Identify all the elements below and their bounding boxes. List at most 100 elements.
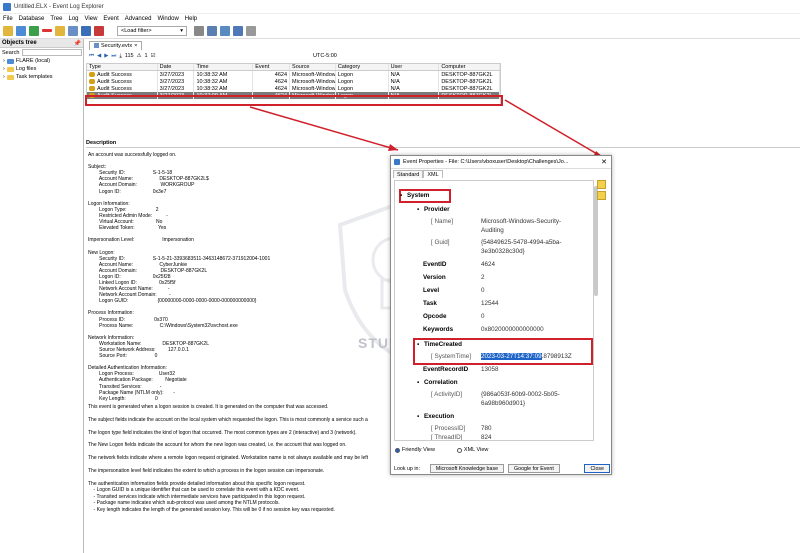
menu-advanced[interactable]: Advanced — [125, 16, 152, 22]
dialog-title-bar: Event Properties - File: C:\Users\vboxus… — [391, 156, 611, 169]
expand-icon[interactable]: › — [3, 74, 5, 80]
table-row[interactable]: Audit Success 3/27/2023 10:38:32 AM 4624… — [87, 78, 501, 85]
col-source[interactable]: Source — [290, 64, 336, 70]
computer-icon[interactable] — [16, 25, 26, 36]
node-label: Provider — [423, 206, 450, 213]
refresh-icon[interactable] — [220, 25, 230, 36]
dialog-footer: Look up in: Microsoft Knowledge base Goo… — [394, 464, 610, 473]
app-icon — [394, 159, 400, 165]
radio-label: Friendly View — [402, 447, 435, 453]
expand-icon[interactable]: › — [3, 66, 5, 72]
node-provider[interactable]: ▪ Provider — [417, 206, 450, 213]
menu-event[interactable]: Event — [103, 16, 118, 22]
clear-filter-icon[interactable] — [94, 25, 104, 36]
last-page-icon[interactable]: ⏭ — [111, 53, 116, 60]
bookmark-icon[interactable] — [597, 191, 606, 200]
cell-user: N/A — [389, 78, 440, 85]
download-icon[interactable]: ⤓ — [119, 53, 121, 60]
tree-item-flare[interactable]: › FLARE (local) — [0, 57, 83, 65]
log-file-icon — [94, 43, 99, 48]
description-label: Description — [86, 140, 117, 146]
node-timecreated[interactable]: ▪ TimeCreated — [417, 341, 462, 348]
tree-item-task-templates[interactable]: › Task templates — [0, 73, 83, 81]
key-eventrecordid: EventRecordID — [423, 366, 469, 373]
view-mode-radios: Friendly View XML View — [395, 447, 488, 453]
cell-computer: DESKTOP-887GK2L — [439, 71, 501, 78]
selected-text: 2023-03-27T14:37:09 — [481, 353, 542, 360]
filter-icon[interactable] — [81, 25, 91, 36]
add-log-icon[interactable] — [29, 25, 39, 36]
table-row[interactable]: Audit Success 3/27/2023 10:38:32 AM 4624… — [87, 85, 501, 92]
value-activityid-2: 6a98b960d901} — [481, 400, 526, 407]
value-keywords: 0x8020000000000000 — [481, 326, 544, 333]
prev-page-icon[interactable]: ◀ — [97, 53, 101, 59]
tree-item-label: Log files — [15, 66, 37, 72]
value-eventrecordid: 13058 — [481, 366, 499, 373]
tab-standard[interactable]: Standard — [393, 170, 424, 178]
value-guid-1: {54849625-5478-4994-a5ba- — [481, 239, 562, 246]
radio-dot — [456, 447, 462, 453]
key-task: Task — [423, 300, 437, 307]
value-systemtime-rest: .8798913Z — [541, 353, 572, 360]
tab-security-evtx[interactable]: Security.evtx × — [89, 40, 143, 50]
tree-item-log-files[interactable]: › Log files — [0, 65, 83, 73]
cell-time: 10:38:32 AM — [194, 71, 254, 78]
microsoft-kb-button[interactable]: Microsoft Knowledge base — [429, 464, 505, 473]
load-filter-dropdown[interactable]: <Load filter> ▾ — [117, 25, 187, 36]
save-icon[interactable] — [68, 25, 78, 36]
table-row[interactable]: Audit Success 3/27/2023 10:38:32 AM 4624… — [87, 71, 501, 78]
col-computer[interactable]: Computer — [439, 64, 501, 70]
menu-log[interactable]: Log — [68, 16, 78, 22]
copy-icon[interactable] — [597, 180, 606, 189]
menu-view[interactable]: View — [85, 16, 98, 22]
remove-icon[interactable] — [42, 29, 52, 32]
key-icon — [89, 72, 95, 77]
next-page-icon[interactable]: ▶ — [104, 53, 108, 59]
google-event-button[interactable]: Google for Event — [508, 464, 560, 473]
folder-icon — [6, 74, 14, 80]
col-type[interactable]: Type — [87, 64, 158, 70]
menu-file[interactable]: File — [3, 16, 13, 22]
open-file-icon[interactable] — [55, 25, 65, 36]
close-button[interactable]: Close — [584, 464, 610, 473]
menu-help[interactable]: Help — [185, 16, 197, 22]
close-icon[interactable]: ✕ — [601, 158, 607, 166]
node-system[interactable]: ▪ System — [400, 192, 429, 199]
value-version: 2 — [481, 274, 485, 281]
col-event[interactable]: Event — [253, 64, 291, 70]
cell-type: Audit Success — [87, 78, 158, 85]
link-icon[interactable] — [233, 25, 243, 36]
radio-xml-view[interactable]: XML View — [456, 447, 488, 453]
key-processid: [ ProcessID] — [431, 425, 466, 432]
tree-search-input[interactable] — [22, 49, 83, 56]
value-guid-2: 3e3b0328c30d} — [481, 248, 525, 255]
col-time[interactable]: Time — [194, 64, 254, 70]
menu-tree[interactable]: Tree — [50, 16, 62, 22]
first-page-icon[interactable]: ⏮ — [89, 53, 94, 60]
node-execution[interactable]: ▪ Execution — [417, 413, 454, 420]
dialog-side-toolbar — [597, 180, 609, 441]
open-folder-icon[interactable] — [3, 25, 13, 36]
menu-database[interactable]: Database — [19, 16, 45, 22]
description-divider — [86, 147, 800, 148]
check-icon: ☑ — [150, 53, 156, 59]
find-icon[interactable] — [207, 25, 217, 36]
tab-xml[interactable]: XML — [423, 170, 443, 178]
key-systemtime: [ SystemTime] — [431, 353, 472, 360]
clock-icon[interactable] — [194, 25, 204, 36]
col-date[interactable]: Date — [158, 64, 195, 70]
close-icon[interactable]: × — [134, 43, 137, 49]
app-icon — [3, 2, 11, 11]
radio-friendly-view[interactable]: Friendly View — [395, 447, 435, 453]
computer-icon — [6, 58, 14, 64]
document-tab-bar: Security.evtx × — [86, 40, 800, 50]
node-correlation[interactable]: ▪ Correlation — [417, 379, 458, 386]
cell-date: 3/27/2023 — [158, 71, 195, 78]
col-category[interactable]: Category — [336, 64, 389, 70]
col-user[interactable]: User — [389, 64, 440, 70]
expand-icon[interactable]: › — [3, 58, 5, 64]
value-systemtime[interactable]: 2023-03-27T14:37:09.8798913Z — [481, 353, 572, 360]
pin-icon[interactable]: 📌 — [74, 40, 81, 47]
print-icon[interactable] — [246, 25, 256, 36]
menu-window[interactable]: Window — [157, 16, 178, 22]
